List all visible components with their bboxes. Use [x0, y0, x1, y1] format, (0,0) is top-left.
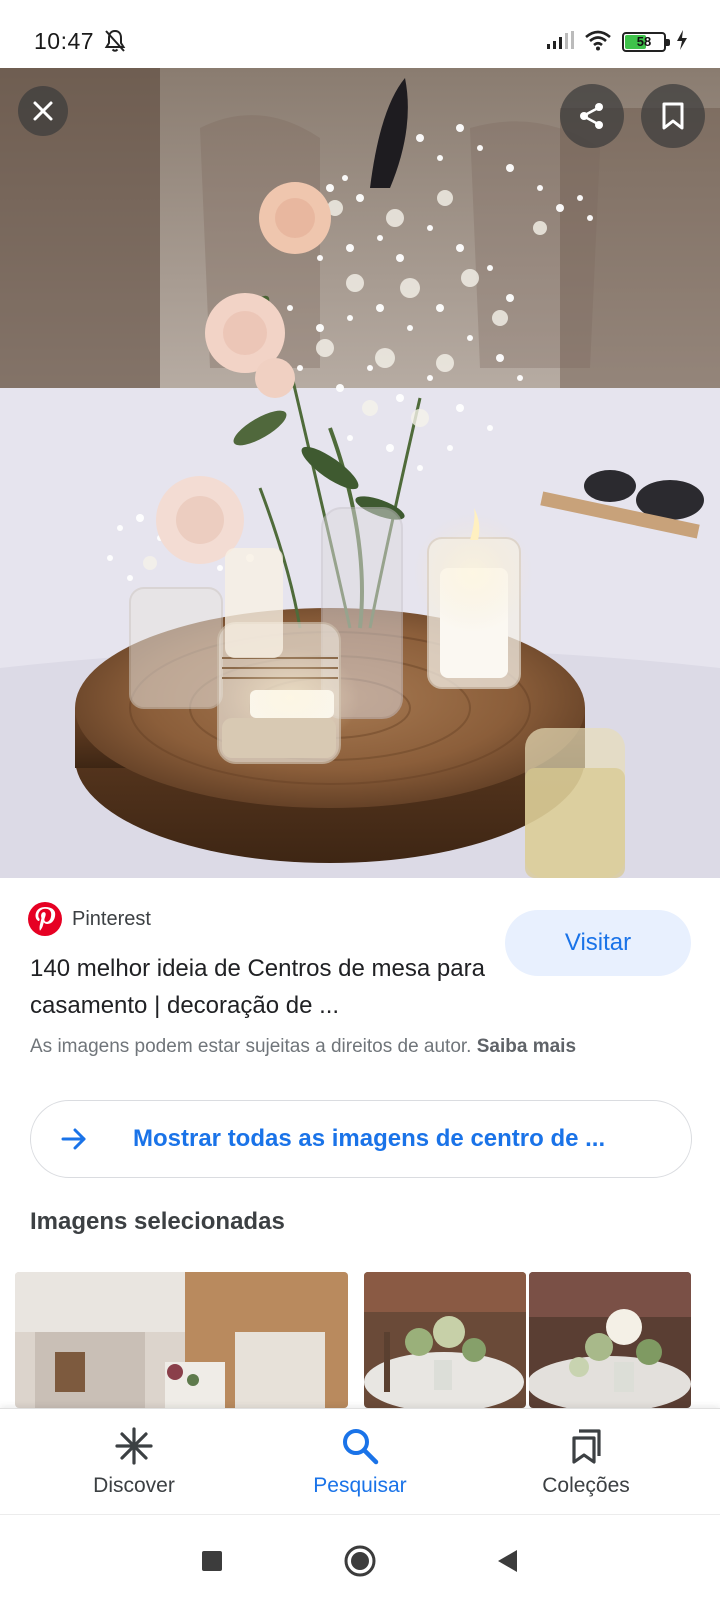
close-icon — [33, 101, 53, 121]
collections-icon — [572, 1429, 601, 1464]
bell-off-icon — [102, 28, 128, 54]
charging-icon — [676, 29, 688, 55]
system-navigation — [0, 1514, 720, 1600]
thumbnail-image[interactable] — [529, 1272, 691, 1408]
nav-label-discover: Discover — [93, 1474, 175, 1497]
visit-button[interactable]: Visitar — [505, 910, 691, 976]
back-button[interactable] — [488, 1541, 528, 1581]
nav-search[interactable]: Pesquisar — [260, 1409, 460, 1515]
close-button[interactable] — [18, 86, 68, 136]
result-title[interactable]: 140 melhor ideia de Centros de mesa para… — [30, 950, 490, 1024]
status-time: 10:47 — [34, 28, 95, 54]
status-indicators: 58 — [546, 29, 688, 56]
search-icon — [343, 1429, 379, 1465]
section-title: Imagens selecionadas — [30, 1208, 285, 1235]
nav-collections[interactable]: Coleções — [486, 1409, 686, 1515]
back-triangle-icon — [498, 1550, 517, 1572]
square-icon — [202, 1551, 222, 1571]
status-bar: 10:47 58 — [0, 0, 720, 68]
bookmark-icon — [662, 102, 684, 130]
arrow-right-icon — [59, 1124, 89, 1154]
thumbnail-image[interactable] — [364, 1272, 526, 1408]
share-button[interactable] — [560, 84, 624, 148]
nav-label-search: Pesquisar — [313, 1474, 407, 1497]
home-circle-icon — [344, 1545, 376, 1577]
asterisk-icon — [115, 1427, 153, 1465]
bookmark-button[interactable] — [641, 84, 705, 148]
battery-icon: 58 — [622, 32, 670, 52]
copyright-text: As imagens podem estar sujeitas a direit… — [30, 1036, 472, 1057]
pinterest-logo-icon — [28, 902, 62, 936]
bottom-navigation: Discover Pesquisar Coleções — [0, 1408, 720, 1514]
selected-images-strip — [15, 1272, 705, 1408]
learn-more-link[interactable]: Saiba mais — [477, 1036, 576, 1057]
home-button[interactable] — [340, 1541, 380, 1581]
battery-level: 58 — [636, 34, 652, 49]
recents-button[interactable] — [192, 1541, 232, 1581]
share-icon — [580, 103, 603, 129]
copyright-notice: As imagens podem estar sujeitas a direit… — [30, 1036, 576, 1058]
show-all-images-button[interactable]: Mostrar todas as imagens de centro de ..… — [30, 1100, 692, 1178]
centerpiece-photo — [0, 68, 720, 878]
hero-image[interactable] — [0, 68, 720, 878]
nav-label-collections: Coleções — [542, 1474, 630, 1497]
nav-discover[interactable]: Discover — [34, 1409, 234, 1515]
thumbnail-image[interactable] — [15, 1272, 348, 1408]
source-row[interactable]: Pinterest — [28, 902, 151, 936]
signal-icon — [546, 30, 574, 55]
source-name: Pinterest — [72, 907, 151, 930]
show-all-label: Mostrar todas as imagens de centro de ..… — [133, 1125, 606, 1152]
wifi-icon — [584, 29, 612, 56]
